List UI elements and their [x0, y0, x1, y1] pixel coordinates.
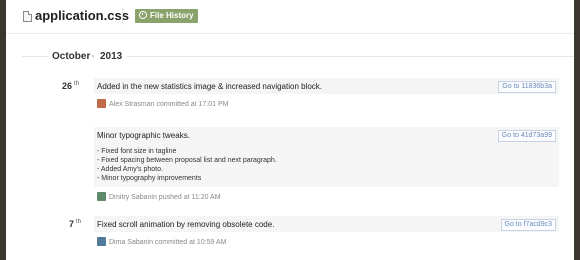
- avatar: [97, 237, 106, 246]
- file-icon: [23, 11, 32, 22]
- timeline-month: October: [52, 51, 91, 62]
- commit-author-line: Dima Sabanin committed at 10:59 AM: [97, 237, 227, 247]
- commit-author: Dima Sabanin committed at 10:59 AM: [109, 239, 227, 246]
- day-number: 26: [61, 81, 72, 91]
- file-history-label: File History: [150, 11, 194, 20]
- file-history-page: application.css File History October 201…: [6, 0, 574, 260]
- goto-commit-button[interactable]: Go to f7acd9c3: [500, 219, 556, 231]
- commit-message: Fixed scroll animation by removing obsol…: [97, 220, 275, 229]
- commit-item: Fixed scroll animation by removing obsol…: [94, 216, 559, 232]
- timeline-divider-right: [127, 56, 574, 57]
- commit-author: Dmitry Sabanin pushed at 11:20 AM: [109, 194, 221, 201]
- goto-commit-button[interactable]: Go to 11836b3a: [498, 81, 556, 93]
- day-number: 7: [68, 219, 74, 229]
- day-label: 7th: [41, 219, 81, 229]
- commit-detail-line: - Added Amy's photo.: [97, 166, 163, 173]
- clock-icon: [139, 11, 147, 19]
- goto-commit-button[interactable]: Go to 41d73a99: [497, 130, 556, 142]
- commit-message: Minor typographic tweaks.: [97, 131, 190, 140]
- commit-message: Added in the new statistics image & incr…: [97, 82, 323, 91]
- timeline-dot: [92, 55, 94, 57]
- commit-detail-line: - Minor typography improvements: [97, 175, 202, 182]
- day-label: 26th: [39, 81, 79, 91]
- file-name: application.css: [35, 8, 129, 23]
- day-suffix: th: [75, 219, 81, 225]
- day-suffix: th: [73, 81, 79, 87]
- timeline-divider-left: [22, 56, 48, 57]
- avatar: [97, 192, 106, 201]
- header-divider: [122, 8, 123, 25]
- timeline-year: 2013: [100, 51, 123, 62]
- commit-author: Alex Strasman committed at 17:01 PM: [109, 101, 229, 108]
- commit-detail-line: - Fixed spacing between proposal list an…: [97, 157, 277, 164]
- commit-details: - Fixed font size in tagline - Fixed spa…: [97, 147, 277, 183]
- commit-author-line: Alex Strasman committed at 17:01 PM: [97, 99, 228, 109]
- file-history-button[interactable]: File History: [135, 9, 198, 23]
- avatar: [97, 99, 106, 108]
- commit-item: Minor typographic tweaks. Go to 41d73a99…: [94, 127, 559, 187]
- commit-author-line: Dmitry Sabanin pushed at 11:20 AM: [97, 192, 221, 202]
- commit-item: Added in the new statistics image & incr…: [94, 78, 559, 94]
- page-header: application.css File History: [6, 0, 574, 34]
- commit-detail-line: - Fixed font size in tagline: [97, 148, 177, 155]
